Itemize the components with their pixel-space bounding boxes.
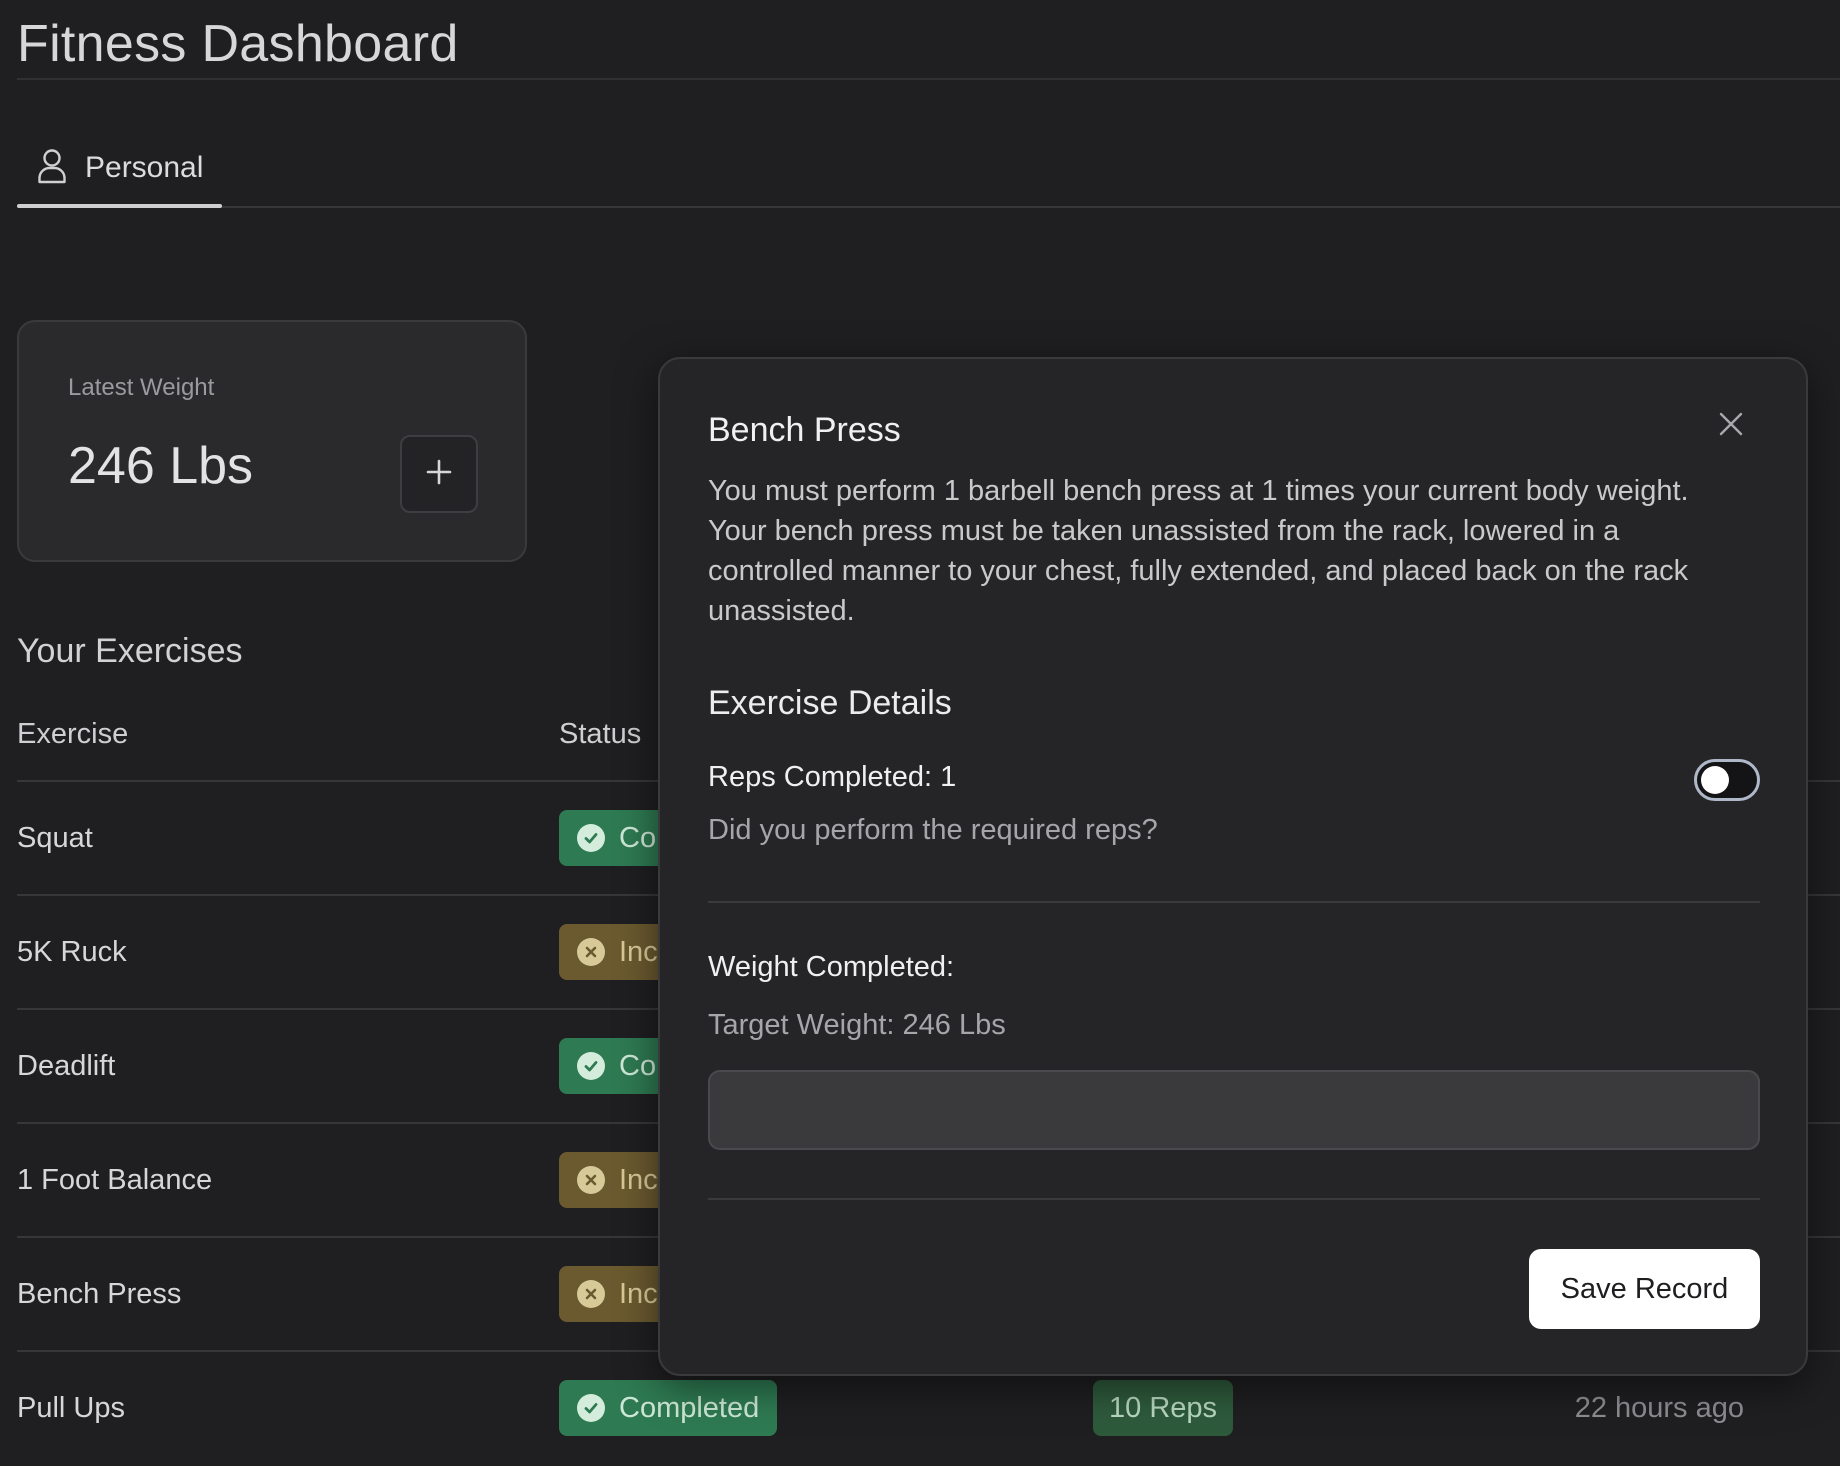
weight-completed-label: Weight Completed: bbox=[708, 951, 955, 983]
reps-completed-toggle[interactable] bbox=[1694, 759, 1760, 801]
exercise-description: You must perform 1 barbell bench press a… bbox=[708, 475, 1689, 627]
target-weight-text: Target Weight: 246 Lbs bbox=[708, 1009, 1006, 1041]
latest-weight-value: 246 Lbs bbox=[68, 437, 254, 495]
add-weight-button[interactable] bbox=[400, 435, 478, 513]
modal-title: Bench Press bbox=[708, 411, 901, 449]
column-header-exercise: Exercise bbox=[17, 718, 129, 750]
exercise-details-heading: Exercise Details bbox=[708, 684, 952, 722]
status-label: Inc bbox=[619, 1163, 658, 1196]
exercise-name: 1 Foot Balance bbox=[17, 1164, 213, 1196]
title-divider bbox=[17, 78, 1840, 80]
reps-question-text: Did you perform the required reps? bbox=[708, 814, 1158, 846]
reps-badge: 10 Reps bbox=[1093, 1380, 1234, 1436]
status-badge: Completed bbox=[559, 1380, 778, 1436]
x-circle-icon bbox=[577, 1166, 605, 1194]
exercise-name: Deadlift bbox=[17, 1050, 116, 1082]
weight-completed-input[interactable] bbox=[708, 1070, 1760, 1150]
exercise-name: Bench Press bbox=[17, 1278, 182, 1310]
status-label: Inc bbox=[619, 935, 658, 968]
exercise-name: Pull Ups bbox=[17, 1392, 125, 1424]
x-circle-icon bbox=[577, 938, 605, 966]
status-label: Co bbox=[619, 1049, 657, 1082]
status-badge: Co bbox=[559, 810, 675, 866]
modal-divider bbox=[708, 901, 1760, 903]
close-modal-button[interactable] bbox=[1714, 409, 1748, 443]
check-circle-icon bbox=[577, 1394, 605, 1422]
exercise-name: 5K Ruck bbox=[17, 936, 127, 968]
exercise-name: Squat bbox=[17, 822, 93, 854]
active-tab-indicator bbox=[17, 204, 222, 208]
close-icon bbox=[1718, 411, 1744, 442]
modal-footer-divider bbox=[708, 1198, 1760, 1200]
reps-completed-label: Reps Completed: 1 bbox=[708, 761, 957, 793]
exercises-section-title: Your Exercises bbox=[17, 632, 243, 670]
toggle-knob bbox=[1701, 766, 1729, 794]
save-record-button[interactable]: Save Record bbox=[1529, 1249, 1760, 1329]
status-label: Co bbox=[619, 821, 657, 854]
column-header-status: Status bbox=[559, 718, 642, 750]
tab-personal[interactable]: Personal bbox=[17, 128, 222, 208]
tabs-divider bbox=[17, 206, 1840, 208]
exercise-detail-modal: Bench Press You must perform 1 barbell b… bbox=[658, 357, 1808, 1376]
plus-icon bbox=[425, 458, 453, 491]
latest-weight-label: Latest Weight bbox=[68, 374, 215, 401]
status-label: Inc bbox=[619, 1277, 658, 1310]
latest-weight-card: Latest Weight 246 Lbs bbox=[17, 320, 527, 562]
page-title: Fitness Dashboard bbox=[17, 15, 459, 73]
x-circle-icon bbox=[577, 1280, 605, 1308]
check-circle-icon bbox=[577, 1052, 605, 1080]
status-badge: Co bbox=[559, 1038, 675, 1094]
user-icon bbox=[37, 148, 67, 189]
tab-personal-label: Personal bbox=[85, 151, 204, 184]
status-label: Completed bbox=[619, 1391, 760, 1424]
check-circle-icon bbox=[577, 824, 605, 852]
